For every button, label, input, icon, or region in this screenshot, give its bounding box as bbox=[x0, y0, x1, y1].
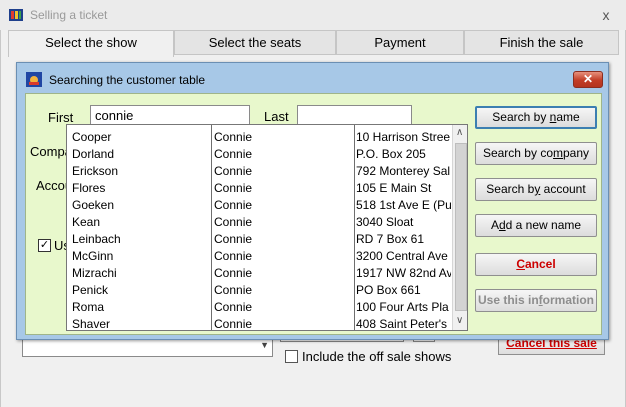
first-name-cell: Connie bbox=[214, 147, 253, 161]
search-by-name-button[interactable]: Search by name bbox=[475, 106, 597, 129]
list-item[interactable]: Leinbach Connie RD 7 Box 61 bbox=[67, 230, 453, 247]
list-item[interactable]: Dorland Connie P.O. Box 205 bbox=[67, 145, 453, 162]
list-item[interactable]: Roma Connie 100 Four Arts Pla bbox=[67, 298, 453, 315]
list-item[interactable]: McGinn Connie 3200 Central Ave bbox=[67, 247, 453, 264]
first-name-cell: Connie bbox=[214, 215, 253, 229]
last-name-cell: Leinbach bbox=[72, 232, 121, 246]
address-cell: 100 Four Arts Pla bbox=[356, 300, 449, 314]
last-name-cell: Penick bbox=[72, 283, 109, 297]
dialog-title: Searching the customer table bbox=[49, 73, 206, 87]
first-name-label: First bbox=[48, 110, 74, 125]
use-checkbox[interactable]: ✓ bbox=[38, 239, 51, 252]
first-name-cell: Connie bbox=[214, 181, 253, 195]
address-cell: PO Box 661 bbox=[356, 283, 421, 297]
first-name-cell: Connie bbox=[214, 198, 253, 212]
close-icon[interactable]: ✕ bbox=[573, 71, 603, 88]
first-name-cell: Connie bbox=[214, 317, 253, 331]
cancel-button[interactable]: Cancel bbox=[475, 253, 597, 276]
dialog-app-icon bbox=[26, 72, 42, 87]
last-name-cell: Cooper bbox=[72, 130, 112, 144]
list-item[interactable]: Kean Connie 3040 Sloat bbox=[67, 213, 453, 230]
last-name-cell: Goeken bbox=[72, 198, 115, 212]
tab-select-show[interactable]: Select the show bbox=[8, 30, 174, 57]
chevron-down-icon[interactable]: ∨ bbox=[456, 315, 463, 326]
tab-finish-sale[interactable]: Finish the sale bbox=[464, 30, 619, 55]
main-window-title: Selling a ticket bbox=[30, 8, 108, 22]
last-name-cell: Dorland bbox=[72, 147, 115, 161]
search-by-account-button[interactable]: Search by account bbox=[475, 178, 597, 201]
list-item[interactable]: Penick Connie PO Box 661 bbox=[67, 281, 453, 298]
first-name-cell: Connie bbox=[214, 130, 253, 144]
chevron-down-icon: ▼ bbox=[260, 340, 269, 350]
list-item[interactable]: Mizrachi Connie 1917 NW 82nd Av bbox=[67, 264, 453, 281]
last-name-cell: Roma bbox=[72, 300, 105, 314]
use-this-information-button: Use this information bbox=[475, 289, 597, 312]
address-cell: 105 E Main St bbox=[356, 181, 432, 195]
chevron-up-icon[interactable]: ∧ bbox=[456, 127, 463, 138]
address-cell: 1917 NW 82nd Av bbox=[356, 266, 451, 280]
add-new-name-button[interactable]: Add a new name bbox=[475, 214, 597, 237]
address-cell: 3200 Central Ave bbox=[356, 249, 448, 263]
last-name-cell: Mizrachi bbox=[72, 266, 117, 280]
include-off-sale-checkbox[interactable] bbox=[285, 350, 298, 363]
list-item[interactable]: Erickson Connie 792 Monterey Sal bbox=[67, 162, 453, 179]
last-name-cell: McGinn bbox=[72, 249, 114, 263]
show-combobox[interactable]: ▼ bbox=[22, 337, 273, 357]
list-item[interactable]: Goeken Connie 518 1st Ave E (Pu bbox=[67, 196, 453, 213]
tab-payment[interactable]: Payment bbox=[336, 30, 464, 55]
last-name-cell: Erickson bbox=[72, 164, 119, 178]
last-name-cell: Flores bbox=[72, 181, 106, 195]
customer-results-list[interactable]: Cooper Connie 10 Harrison Stree Dorland Conn… bbox=[66, 124, 468, 331]
address-cell: 792 Monterey Sal bbox=[356, 164, 451, 178]
last-name-cell: Shaver bbox=[72, 317, 111, 331]
last-name-label: Last bbox=[264, 109, 289, 124]
address-cell: 518 1st Ave E (Pu bbox=[356, 198, 451, 212]
first-name-cell: Connie bbox=[214, 266, 253, 280]
app-icon bbox=[9, 9, 23, 21]
first-name-cell: Connie bbox=[214, 300, 253, 314]
results-scrollbar[interactable]: ∧ ∨ bbox=[452, 125, 467, 330]
list-item[interactable]: Flores Connie 105 E Main St bbox=[67, 179, 453, 196]
first-name-cell: Connie bbox=[214, 283, 253, 297]
list-item[interactable]: Cooper Connie 10 Harrison Stree bbox=[67, 128, 453, 145]
address-cell: 3040 Sloat bbox=[356, 215, 414, 229]
first-name-cell: Connie bbox=[214, 232, 253, 246]
tab-select-seats[interactable]: Select the seats bbox=[174, 30, 336, 55]
last-name-cell: Kean bbox=[72, 215, 101, 229]
address-cell: 10 Harrison Stree bbox=[356, 130, 451, 144]
address-cell: 408 Saint Peter's bbox=[356, 317, 448, 331]
search-by-company-button[interactable]: Search by company bbox=[475, 142, 597, 165]
scrollbar-thumb[interactable] bbox=[455, 143, 467, 311]
first-name-cell: Connie bbox=[214, 249, 253, 263]
include-off-sale-label: Include the off sale shows bbox=[302, 349, 452, 364]
first-name-cell: Connie bbox=[214, 164, 253, 178]
list-item[interactable]: Shaver Connie 408 Saint Peter's bbox=[67, 315, 453, 331]
close-icon[interactable]: x bbox=[593, 6, 619, 24]
main-window-titlebar: Selling a ticket x bbox=[0, 0, 626, 30]
address-cell: P.O. Box 205 bbox=[356, 147, 426, 161]
address-cell: RD 7 Box 61 bbox=[356, 232, 425, 246]
